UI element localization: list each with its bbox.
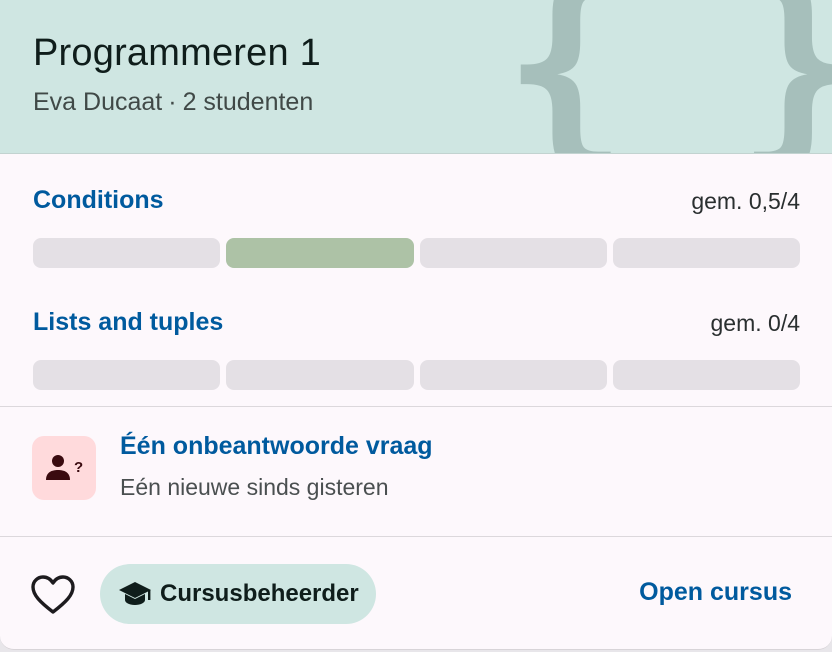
unanswered-questions-subtitle: Eén nieuwe sinds gisteren (120, 474, 389, 500)
braces-decoration-icon: { } (502, 0, 832, 154)
progress-bar-segment[interactable] (226, 360, 414, 390)
exercise-progress-bars (33, 360, 800, 390)
course-subtitle: Eva Ducaat · 2 studenten (33, 88, 313, 117)
progress-bar-segment[interactable] (419, 360, 607, 390)
svg-text:?: ? (74, 459, 83, 476)
person-question-icon: ? (32, 436, 96, 500)
role-chip[interactable]: Cursusbeheerder (100, 564, 376, 624)
exercise-progress-bars (33, 238, 800, 268)
course-student-count: 2 studenten (182, 88, 314, 116)
course-card: { } Programmeren 1 Eva Ducaat · 2 studente… (0, 0, 832, 650)
section-divider (0, 536, 832, 537)
open-course-button[interactable]: Open cursus (639, 578, 792, 607)
course-title[interactable]: Programmeren 1 (33, 32, 321, 75)
subtitle-separator: · (168, 88, 177, 116)
progress-bar-segment[interactable] (612, 360, 800, 390)
section-divider (0, 406, 832, 407)
course-header[interactable]: { } Programmeren 1 Eva Ducaat · 2 studente… (0, 0, 832, 154)
person-question-svg: ? (46, 455, 83, 480)
unanswered-questions-link[interactable]: Één onbeantwoorde vraag (120, 432, 433, 461)
role-label: Cursusbeheerder (160, 580, 359, 607)
exercise-score: gem. 0,5/4 (691, 188, 800, 214)
graduation-cap-icon (119, 582, 151, 605)
heart-outline-icon[interactable] (30, 574, 76, 616)
progress-bar-segment[interactable] (419, 238, 607, 268)
exercise-link[interactable]: Conditions (33, 186, 164, 215)
progress-bar-segment[interactable] (33, 238, 221, 268)
course-teacher: Eva Ducaat (33, 88, 163, 116)
progress-bar-segment[interactable] (226, 238, 414, 268)
progress-bar-segment[interactable] (612, 238, 800, 268)
exercise-link[interactable]: Lists and tuples (33, 308, 223, 337)
exercise-score: gem. 0/4 (710, 310, 801, 336)
progress-bar-segment[interactable] (33, 360, 221, 390)
